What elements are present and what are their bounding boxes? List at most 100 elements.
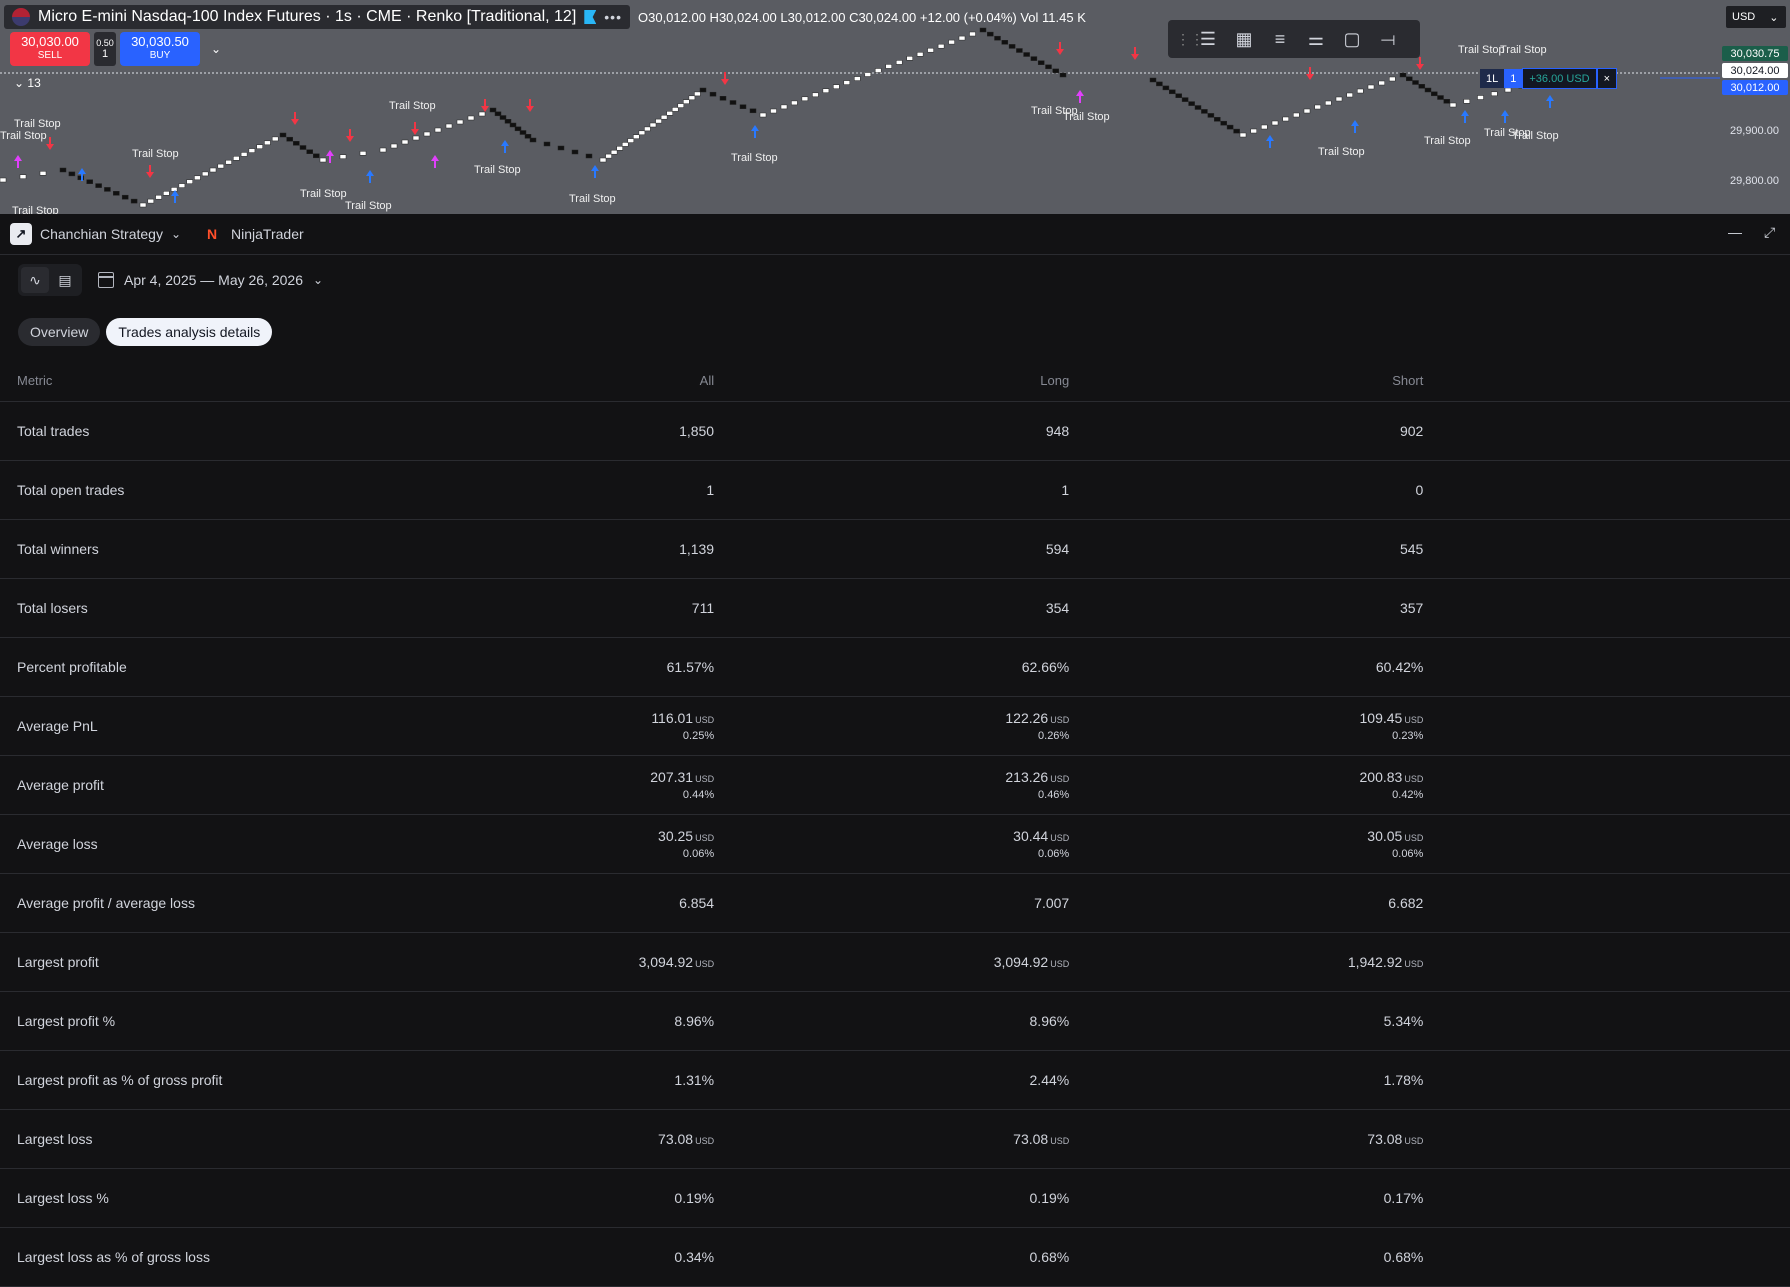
buy-arrow-icon (171, 190, 179, 203)
metric-name: Average profit (0, 755, 511, 815)
quantity-box[interactable]: 0.50 1 (94, 32, 116, 66)
renko-brick-down (494, 111, 502, 117)
renko-brick-down (1194, 105, 1202, 110)
renko-brick-up (233, 156, 240, 161)
indent-lines-icon[interactable]: ☰ (1194, 26, 1222, 52)
table-view-icon[interactable]: ▤ (51, 267, 79, 293)
value-number: 200.83 (1359, 769, 1403, 785)
table-row[interactable]: Largest profit % 8.96% 8.96% 5.34% (0, 991, 1790, 1051)
renko-brick-up (1261, 124, 1268, 130)
table-row[interactable]: Total losers 711 354 357 (0, 578, 1790, 638)
table-row[interactable]: Average profit 207.31 USD 0.44% 213.26 USD 0.4… (0, 755, 1790, 815)
renko-brick-down (749, 108, 757, 114)
renko-brick-down (1201, 109, 1208, 114)
table-row[interactable]: Largest loss as % of gross loss 0.34% 0.68… (0, 1227, 1790, 1287)
date-range-selector[interactable]: Apr 4, 2025 — May 26, 2026 ⌄ (98, 272, 323, 288)
sell-price: 30,030.00 (21, 34, 79, 49)
sell-arrow-icon (481, 99, 489, 112)
flag-bookmark-icon[interactable] (584, 10, 597, 24)
currency-select[interactable]: USD ⌄ (1726, 6, 1786, 28)
panel-toolbar: ∿ ▤ Apr 4, 2025 — May 26, 2026 ⌄ (0, 255, 1790, 305)
renko-brick-up (390, 143, 398, 149)
sell-arrow-icon (46, 137, 54, 150)
lines-icon[interactable]: ≡ (1266, 26, 1294, 52)
table-row[interactable]: Total winners 1,139 594 545 (0, 519, 1790, 579)
value-text: 207.31 USD (511, 769, 714, 785)
table-row[interactable]: Total trades 1,850 948 902 (0, 401, 1790, 461)
metric-name: Largest loss (0, 1109, 511, 1169)
metric-value-short: 0 (1070, 460, 1425, 520)
chart-pane[interactable]: Micro E-mini Nasdaq-100 Index Futures · … (0, 0, 1790, 214)
metrics-body: Total trades 1,850 948 902 Total open trades… (0, 401, 1790, 1287)
value-percent: 0.06% (1038, 848, 1070, 860)
row-spacer (1424, 519, 1790, 579)
position-qty: 1 (1504, 69, 1523, 88)
horizontal-line-icon[interactable]: ⟞ (1374, 26, 1402, 52)
table-row[interactable]: Largest loss % 0.19% 0.19% 0.17% (0, 1168, 1790, 1228)
minimize-icon[interactable]: — (1728, 224, 1742, 240)
settings-lines-icon[interactable]: ⚌ (1302, 26, 1330, 52)
renko-brick-up (456, 119, 464, 125)
value-number: 30.05 (1367, 828, 1403, 844)
table-row[interactable]: Average PnL 116.01 USD 0.25% 122.26 USD 0.26% 1… (0, 696, 1790, 756)
value-number: 711 (691, 600, 715, 616)
currency-unit: USD (1050, 959, 1070, 969)
renko-brick-down (1030, 56, 1038, 61)
metric-value-all: 207.31 USD 0.44% (510, 755, 716, 815)
metric-value-short: 5.34% (1070, 991, 1425, 1051)
drag-grip-icon[interactable]: ⋮⋮ (1176, 31, 1204, 48)
table-row[interactable]: Total open trades 1 1 0 (0, 460, 1790, 520)
renko-brick-up (1335, 96, 1343, 102)
metric-name: Total open trades (0, 460, 511, 520)
table-row[interactable]: Percent profitable 61.57% 62.66% 60.42% (0, 637, 1790, 697)
sell-button[interactable]: 30,030.00 SELL (10, 32, 90, 66)
tab-overview[interactable]: Overview (18, 318, 101, 346)
value-text: 30.25 USD (511, 828, 714, 844)
renko-brick-up (1367, 84, 1375, 90)
metric-value-long: 1 (715, 460, 1071, 520)
metric-value-short: 109.45 USD 0.23% (1070, 696, 1425, 756)
renko-brick-up (854, 76, 861, 81)
currency-unit: USD (695, 774, 715, 784)
rectangle-icon[interactable]: ▢ (1338, 26, 1366, 52)
position-widget[interactable]: 1L 1 +36.00 USD × (1480, 68, 1618, 89)
maximize-icon[interactable]: ⤢ (1764, 224, 1775, 241)
renko-brick-up (791, 100, 798, 106)
metric-value-short: 902 (1070, 401, 1425, 461)
renko-brick-up (423, 131, 431, 137)
indicators-collapse[interactable]: ⌄ 13 (14, 76, 41, 90)
trade-marker-label: Trail Stop (731, 152, 778, 164)
currency-unit: USD (1404, 1136, 1424, 1146)
chevron-down-icon[interactable]: ⌄ (204, 32, 228, 66)
renko-brick-up (412, 135, 420, 141)
metric-value-short: 73.08 USD (1070, 1109, 1425, 1169)
renko-brick-up (660, 114, 668, 120)
renko-brick-up (248, 148, 256, 153)
more-icon[interactable]: ••• (604, 9, 622, 25)
table-row[interactable]: Largest profit 3,094.92 USD 3,094.92 USD 1,94… (0, 932, 1790, 992)
table-row[interactable]: Largest loss 73.08 USD 73.08 USD 73.08 USD (0, 1109, 1790, 1169)
metric-value-long: 3,094.92 USD (715, 932, 1071, 992)
tab-ninjatrader[interactable]: N NinjaTrader (191, 214, 314, 254)
close-position-button[interactable]: × (1596, 68, 1618, 89)
chart-view-icon[interactable]: ∿ (21, 267, 49, 293)
quick-trade-row: 30,030.00 SELL 0.50 1 30,030.50 BUY ⌄ (10, 32, 228, 66)
value-text: 62.66% (716, 659, 1069, 675)
grid-icon[interactable]: ▦ (1230, 26, 1258, 52)
strategy-icon: ↗ (10, 223, 32, 245)
metric-value-short: 0.68% (1070, 1227, 1425, 1287)
table-row[interactable]: Largest profit as % of gross profit 1.31%… (0, 1050, 1790, 1110)
tab-strategy[interactable]: ↗ Chanchian Strategy ⌄ (0, 214, 191, 254)
buy-arrow-icon (14, 155, 22, 168)
renko-chart[interactable] (0, 0, 1720, 214)
symbol-title[interactable]: Micro E-mini Nasdaq-100 Index Futures · … (38, 8, 576, 26)
tab-trades-analysis[interactable]: Trades analysis details (106, 318, 273, 346)
buy-button[interactable]: 30,030.50 BUY (120, 32, 200, 66)
renko-brick-down (571, 149, 579, 155)
table-row[interactable]: Average loss 30.25 USD 0.06% 30.44 USD 0.06% 30… (0, 814, 1790, 874)
table-row[interactable]: Average profit / average loss 6.854 7.007 6… (0, 873, 1790, 933)
renko-brick-up (671, 107, 679, 112)
symbol-title-box[interactable]: Micro E-mini Nasdaq-100 Index Futures · … (4, 5, 630, 29)
value-number: 5.34% (1383, 1013, 1424, 1029)
renko-brick-down (1181, 97, 1189, 102)
